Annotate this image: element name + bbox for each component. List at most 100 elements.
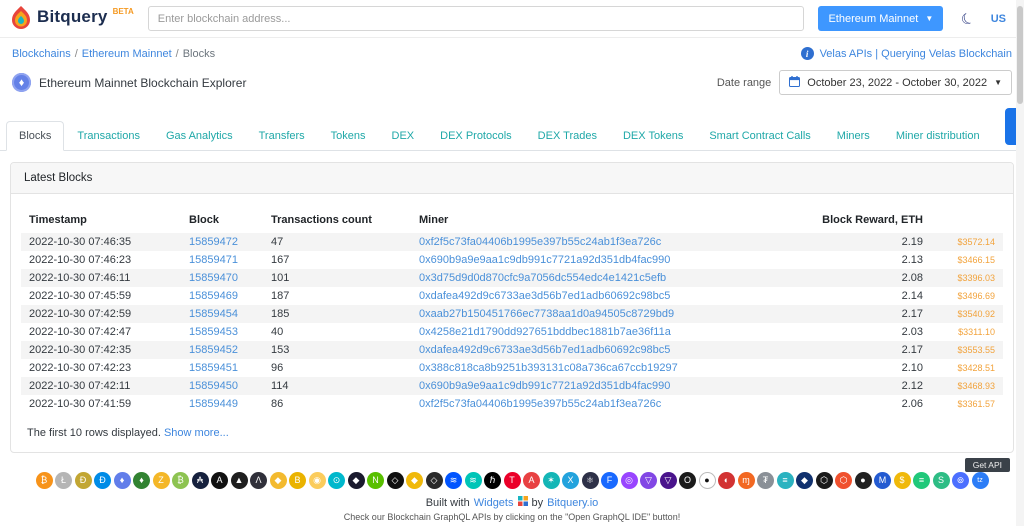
breadcrumb-blockchains[interactable]: Blockchains: [12, 48, 71, 60]
monero-icon[interactable]: ɱ: [737, 472, 755, 489]
miner-link[interactable]: 0xf2f5c73fa04406b1995e397b55c24ab1f3ea72…: [419, 236, 661, 248]
tab-gas-analytics[interactable]: Gas Analytics: [153, 121, 246, 151]
bitquery-logo[interactable]: Bitquery BETA: [10, 5, 134, 32]
ontology-icon[interactable]: O: [679, 472, 696, 489]
miner-link[interactable]: 0xf2f5c73fa04406b1995e397b55c24ab1f3ea72…: [419, 398, 661, 410]
get-api-button[interactable]: Get API: [964, 458, 1010, 472]
block-link[interactable]: 15859469: [189, 290, 238, 302]
polygon-icon[interactable]: ▽: [640, 472, 657, 489]
network-selector-button[interactable]: Ethereum Mainnet ▼: [818, 6, 944, 31]
date-range-picker[interactable]: October 23, 2022 - October 30, 2022 ▼: [779, 70, 1012, 95]
waves-icon[interactable]: ≋: [445, 472, 462, 489]
breadcrumb-ethereum-mainnet[interactable]: Ethereum Mainnet: [82, 48, 172, 60]
polkadot-icon[interactable]: ●: [698, 472, 716, 489]
search-input[interactable]: [147, 6, 805, 31]
neo-icon[interactable]: N: [367, 472, 384, 489]
litecoin-icon[interactable]: Ł: [55, 472, 72, 489]
tab-dex-protocols[interactable]: DEX Protocols: [427, 121, 525, 151]
velas-icon[interactable]: ≋: [464, 472, 482, 489]
avalanche-dark-icon[interactable]: ▲: [230, 472, 248, 489]
algorand-icon[interactable]: A: [211, 472, 228, 489]
dark-mode-toggle-icon[interactable]: ☾: [958, 8, 978, 29]
block-link[interactable]: 15859470: [189, 272, 238, 284]
tab-dex[interactable]: DEX: [379, 121, 428, 151]
dash-icon[interactable]: Đ: [94, 472, 111, 489]
solana-icon[interactable]: ◎: [620, 472, 638, 489]
tab-dex-tokens[interactable]: DEX Tokens: [610, 121, 696, 151]
miner-link[interactable]: 0x388c818ca8b9251b393131c08a736ca67ccb19…: [419, 362, 678, 374]
bitcoin-sv-icon[interactable]: B: [289, 472, 306, 489]
ethereum-pow-icon[interactable]: ◇: [425, 472, 443, 489]
fantom-icon[interactable]: F: [601, 472, 618, 489]
block-link[interactable]: 15859453: [189, 326, 238, 338]
miner-link[interactable]: 0x4258e21d1790dd927651bddbec1881b7ae36f1…: [419, 326, 671, 338]
hedera-icon[interactable]: ℏ: [484, 472, 501, 489]
tab-miners[interactable]: Miners: [824, 121, 883, 151]
binance-usd-icon[interactable]: $: [893, 472, 911, 489]
elrond-icon[interactable]: ≡: [913, 472, 930, 489]
block-link[interactable]: 15859452: [189, 344, 238, 356]
ethereum-classic-icon[interactable]: ♦: [133, 472, 150, 489]
miner-link[interactable]: 0xaab27b150451766ec7738aa1d0a94505c8729b…: [419, 308, 674, 320]
velas-apis-link[interactable]: i Velas APIs | Querying Velas Blockchain: [800, 47, 1012, 60]
tab-tokens[interactable]: Tokens: [318, 121, 379, 151]
miner-link[interactable]: 0x690b9a9e9aa1c9db991c7721a92d351db4fac9…: [419, 380, 670, 392]
scrollbar-track[interactable]: [1016, 0, 1024, 526]
bnb-dex-icon[interactable]: ◆: [406, 472, 423, 489]
vechain-icon[interactable]: ▽: [659, 472, 677, 489]
avalanche-icon[interactable]: A: [523, 472, 540, 489]
graph-icon[interactable]: ⊚: [952, 472, 969, 489]
zcash-icon[interactable]: Z: [152, 472, 170, 489]
coin-icons-strip: ₿ Ł Ð Đ ♦ ♦ Z ₿ ₳ A ▲ Λ ◆ B ◉ ⊙ ◆ N ◇ ◆ ◇ ≋ ≋ ℏ T A ✶ X ⚛ F ◎ ▽ ▽ O ● ◐ ɱ ₮ ≡ ◆…: [0, 472, 1024, 496]
cosmos-icon[interactable]: ⚛: [581, 472, 599, 489]
block-link[interactable]: 15859450: [189, 380, 238, 392]
tab-miner-distribution[interactable]: Miner distribution: [883, 121, 993, 151]
ethereum-icon[interactable]: ♦: [113, 472, 131, 489]
show-more-link[interactable]: Show more...: [164, 427, 229, 439]
eos-icon[interactable]: ◇: [386, 472, 404, 489]
block-link[interactable]: 15859454: [189, 308, 238, 320]
cardano-icon[interactable]: ₳: [191, 472, 209, 489]
miner-link[interactable]: 0xdafea492d9c6733ae3d56b7ed1adb60692c98b…: [419, 344, 670, 356]
binance-coin-icon[interactable]: ◆: [269, 472, 287, 489]
language-selector[interactable]: US: [991, 13, 1006, 25]
tab-dex-trades[interactable]: DEX Trades: [525, 121, 610, 151]
block-link[interactable]: 15859449: [189, 398, 238, 410]
miner-link[interactable]: 0x690b9a9e9aa1c9db991c7721a92d351db4fac9…: [419, 254, 670, 266]
dogecoin-icon[interactable]: Ð: [74, 472, 92, 489]
xrp-icon[interactable]: X: [562, 472, 579, 489]
tab-blocks[interactable]: Blocks: [6, 121, 65, 151]
timestamp-cell: 2022-10-30 07:46:11: [29, 272, 131, 284]
tron-icon[interactable]: T: [503, 472, 521, 489]
table-header-row: Timestamp Block Transactions count Miner…: [21, 208, 1003, 233]
block-link[interactable]: 15859451: [189, 362, 238, 374]
widgets-link[interactable]: Widgets: [474, 497, 514, 509]
tab-smart-contract-calls[interactable]: Smart Contract Calls: [696, 121, 823, 151]
bitcoin-cash-icon[interactable]: ₿: [172, 472, 189, 489]
conflux-icon[interactable]: ◆: [347, 472, 365, 489]
hathor-icon[interactable]: ≡: [776, 472, 794, 489]
block-link[interactable]: 15859471: [189, 254, 238, 266]
miner-link[interactable]: 0xdafea492d9c6733ae3d56b7ed1adb60692c98b…: [419, 290, 670, 302]
tab-transactions[interactable]: Transactions: [64, 121, 153, 151]
stacks-icon[interactable]: S: [932, 472, 950, 489]
cronos-icon[interactable]: ◆: [796, 472, 813, 489]
scrollbar-thumb[interactable]: [1017, 6, 1023, 104]
stellar-icon[interactable]: ✶: [542, 472, 560, 489]
tab-transfers[interactable]: Transfers: [246, 121, 318, 151]
everscale-icon[interactable]: ⬡: [815, 472, 833, 489]
block-link[interactable]: 15859472: [189, 236, 238, 248]
tx-count-cell: 167: [271, 254, 290, 266]
tezos-icon[interactable]: tz: [971, 472, 989, 489]
karbon-icon[interactable]: ●: [854, 472, 872, 489]
chiliz-icon[interactable]: ⬡: [835, 472, 852, 489]
moonbeam-icon[interactable]: M: [874, 472, 891, 489]
miner-link[interactable]: 0x3d75d9d0d870cfc9a7056dc554edc4e1421c5e…: [419, 272, 666, 284]
icon-icon[interactable]: ⊙: [328, 472, 345, 489]
bitquery-io-link[interactable]: Bitquery.io: [547, 497, 598, 509]
aion-icon[interactable]: Λ: [250, 472, 267, 489]
celo-icon[interactable]: ◉: [308, 472, 326, 489]
bitcoin-icon[interactable]: ₿: [35, 472, 53, 489]
coti-icon[interactable]: ◐: [718, 472, 735, 489]
tether-icon[interactable]: ₮: [757, 472, 774, 489]
